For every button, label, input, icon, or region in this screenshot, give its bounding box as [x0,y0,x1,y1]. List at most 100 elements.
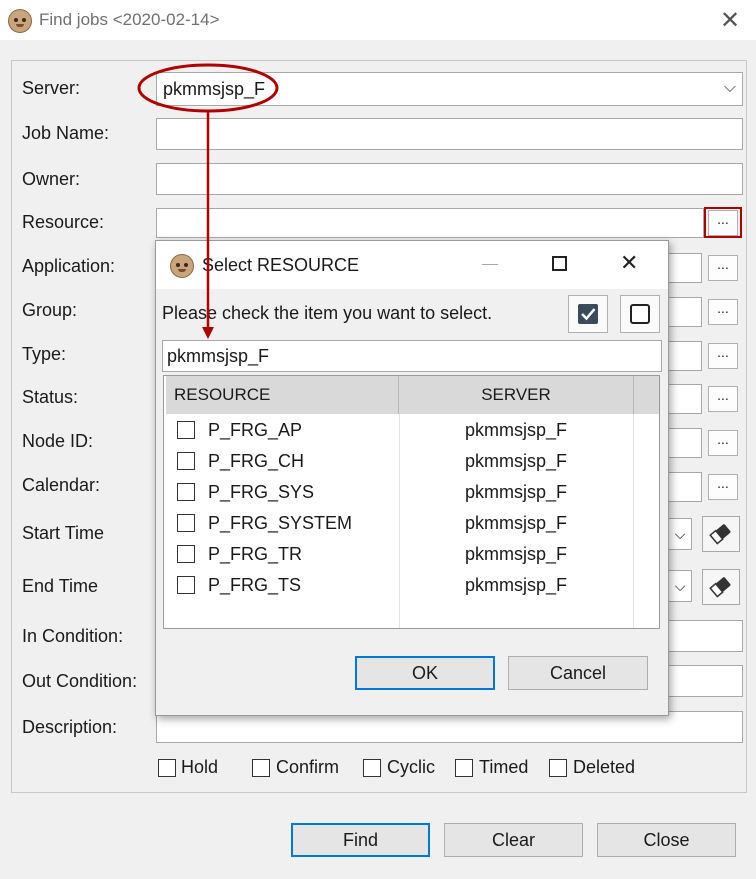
dialog-title: Select RESOURCE [202,255,360,275]
minimize-icon[interactable] [482,264,498,265]
status-browse-button[interactable]: ... [708,386,738,412]
type-browse-button[interactable]: ... [708,343,738,369]
owner-field[interactable] [156,163,743,195]
table-row[interactable]: P_FRG_AP pkmmsjsp_F [164,415,659,446]
group-field[interactable] [666,297,702,327]
job-name-label: Job Name: [22,123,110,143]
end-time-clear-button[interactable] [702,569,740,605]
resource-label: Resource: [22,212,105,232]
close-icon[interactable]: ✕ [620,250,638,276]
row-checkbox[interactable] [177,545,195,563]
dialog-title-bar: Select RESOURCE ✕ [156,241,668,289]
row-checkbox[interactable] [177,421,195,439]
node-id-label: Node ID: [22,431,94,451]
owner-label: Owner: [22,169,81,189]
resource-cell: P_FRG_CH [208,451,305,471]
timed-checkbox-label: Timed [479,757,529,777]
column-header-server[interactable]: SERVER [399,376,634,414]
end-time-dropdown[interactable]: ⌵ [668,570,692,602]
resource-cell: P_FRG_TR [208,544,303,564]
group-label: Group: [22,300,78,320]
server-cell: pkmmsjsp_F [464,513,567,533]
app-icon [8,9,32,33]
select-resource-dialog: Select RESOURCE ✕ Please check the item … [155,240,669,716]
start-time-label: Start Time [22,523,105,543]
description-label: Description: [22,717,118,737]
end-time-label: End Time [22,576,99,596]
window-title: Find jobs <2020-02-14> [39,10,220,29]
table-row[interactable]: P_FRG_CH pkmmsjsp_F [164,446,659,477]
server-select-value: pkmmsjsp_F [163,79,266,99]
job-name-field[interactable] [156,118,743,150]
type-label: Type: [22,344,67,364]
row-checkbox[interactable] [177,483,195,501]
cyclic-checkbox[interactable] [363,759,381,777]
resource-field[interactable] [156,208,704,238]
hold-checkbox-label: Hold [181,757,219,777]
application-browse-button[interactable]: ... [708,255,738,281]
server-cell: pkmmsjsp_F [464,575,567,595]
confirm-checkbox-label: Confirm [276,757,340,777]
select-all-button[interactable] [568,295,608,333]
clear-button[interactable]: Clear [444,823,583,857]
start-time-dropdown[interactable]: ⌵ [668,518,692,550]
status-label: Status: [22,387,79,407]
title-bar: Find jobs <2020-02-14> ✕ [0,0,756,40]
out-condition-field[interactable] [666,665,743,697]
empty-box-icon [630,304,650,324]
node-id-browse-button[interactable]: ... [708,430,738,456]
status-field[interactable] [666,384,702,414]
eraser-icon [709,524,731,545]
find-button[interactable]: Find [291,823,430,857]
hold-checkbox[interactable] [158,759,176,777]
resource-cell: P_FRG_SYSTEM [208,513,353,533]
deleted-checkbox[interactable] [549,759,567,777]
deselect-all-button[interactable] [620,295,660,333]
server-cell: pkmmsjsp_F [464,420,567,440]
group-browse-button[interactable]: ... [708,299,738,325]
close-icon[interactable]: ✕ [720,6,740,35]
application-label: Application: [22,256,116,276]
chevron-down-icon: ⌵ [723,79,736,96]
application-field[interactable] [666,253,702,283]
eraser-icon [709,577,731,598]
resource-cell: P_FRG_TS [208,575,302,595]
table-row[interactable]: P_FRG_SYSTEM pkmmsjsp_F [164,508,659,539]
maximize-icon[interactable] [552,256,567,271]
calendar-browse-button[interactable]: ... [708,474,738,500]
start-time-clear-button[interactable] [702,516,740,552]
resource-cell: P_FRG_SYS [208,482,315,502]
server-cell: pkmmsjsp_F [464,451,567,471]
row-checkbox[interactable] [177,514,195,532]
cancel-button[interactable]: Cancel [508,656,648,690]
resource-filter-input[interactable]: pkmmsjsp_F [162,340,662,372]
checked-box-icon [578,304,598,324]
node-id-field[interactable] [666,428,702,458]
out-condition-label: Out Condition: [22,671,138,691]
in-condition-field[interactable] [666,620,743,652]
cyclic-checkbox-label: Cyclic [387,757,435,777]
calendar-label: Calendar: [22,475,101,495]
deleted-checkbox-label: Deleted [573,757,636,777]
ok-button[interactable]: OK [355,656,495,690]
calendar-field[interactable] [666,472,702,502]
timed-checkbox[interactable] [455,759,473,777]
type-field[interactable] [666,341,702,371]
row-checkbox[interactable] [177,576,195,594]
column-header-resource[interactable]: RESOURCE [166,376,399,414]
table-row[interactable]: P_FRG_TS pkmmsjsp_F [164,570,659,601]
close-button[interactable]: Close [597,823,736,857]
column-header-filler [634,376,659,414]
resource-browse-highlight [704,207,742,238]
server-cell: pkmmsjsp_F [464,544,567,564]
server-label: Server: [22,78,81,98]
table-row[interactable]: P_FRG_SYS pkmmsjsp_F [164,477,659,508]
instruction-text: Please check the item you want to select… [162,303,493,323]
resource-table: RESOURCE SERVER P_FRG_AP pkmmsjsp_F P_FR… [163,375,660,629]
in-condition-label: In Condition: [22,626,124,646]
table-row[interactable]: P_FRG_TR pkmmsjsp_F [164,539,659,570]
server-select[interactable]: pkmmsjsp_F ⌵ [156,72,743,106]
row-checkbox[interactable] [177,452,195,470]
app-icon [170,254,194,278]
confirm-checkbox[interactable] [252,759,270,777]
